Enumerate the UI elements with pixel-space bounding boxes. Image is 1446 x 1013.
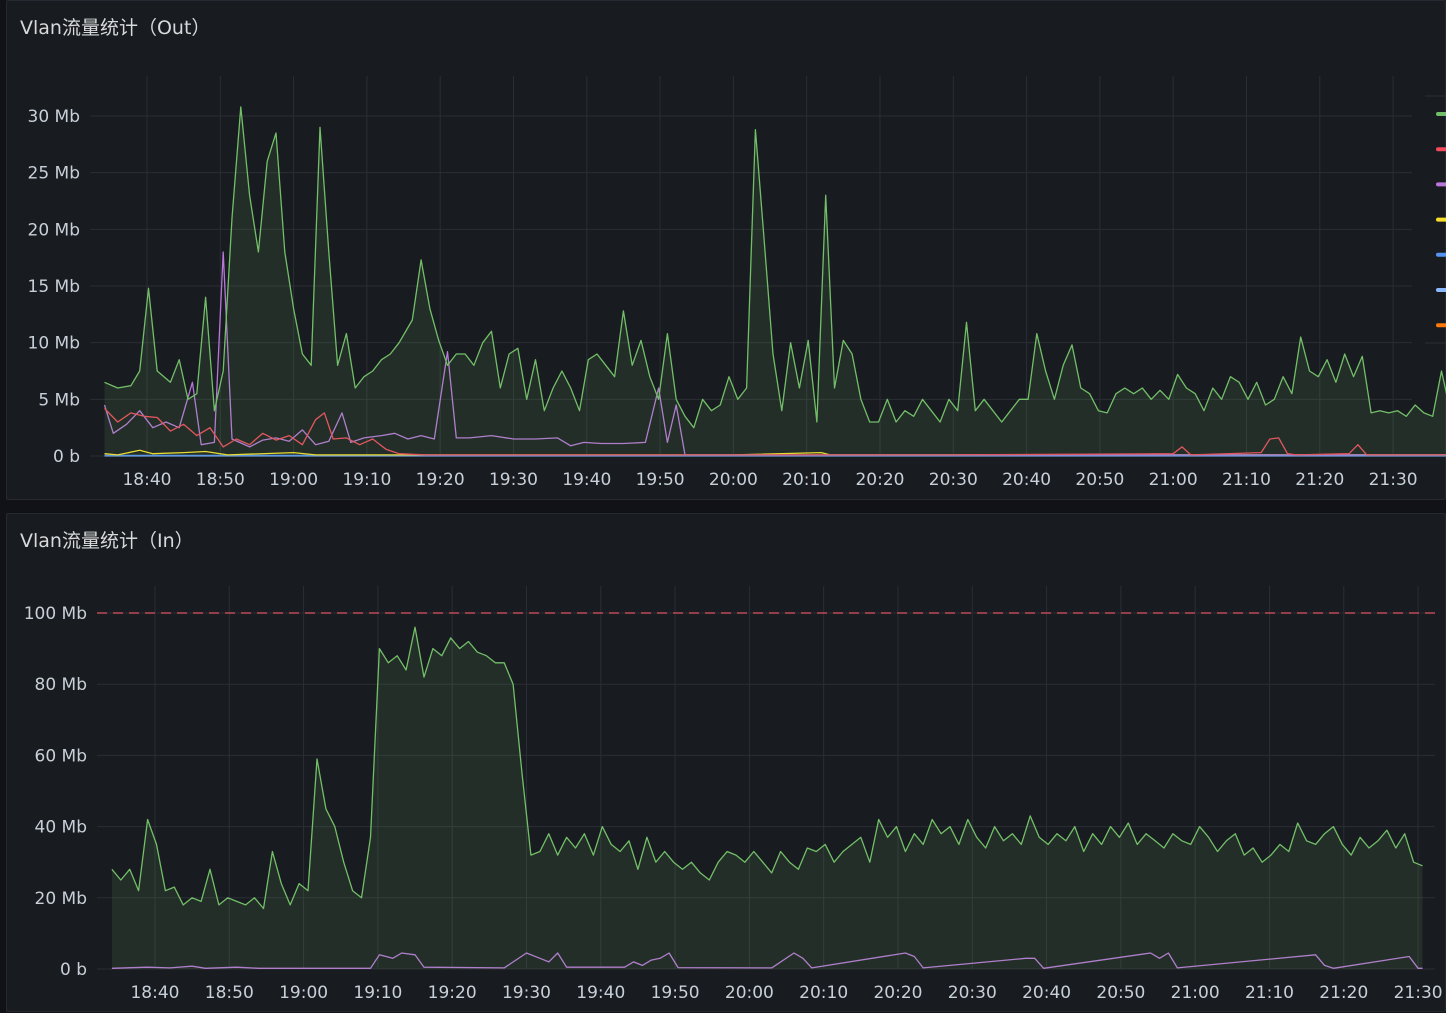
x-tick-label: 18:50 [205,983,254,1003]
y-tick-label: 0 b [53,447,80,467]
x-tick-label: 20:40 [1022,983,1071,1003]
panel-vlan-in: Vlan流量统计（In） 0 b20 Mb40 Mb60 Mb80 Mb100 … [6,513,1446,1012]
y-tick-label: 30 Mb [28,107,81,127]
x-tick-label: 20:10 [782,470,831,490]
x-tick-label: 20:20 [855,470,904,490]
chart-vlan-out: 0 b 5 Mb 10 Mb 15 Mb 20 Mb 25 Mb 30 Mb 18:40 18:… [7,1,1446,501]
x-tick-label: 19:00 [269,470,318,490]
y-tick-label: 40 Mb [35,818,88,838]
x-tick-label: 19:50 [651,983,700,1003]
x-tick-label: 18:50 [196,470,245,490]
x-tick-label: 19:50 [636,470,685,490]
x-tick-label: 20:00 [709,470,758,490]
legend-swatch[interactable] [1436,112,1446,116]
x-tick-label: 21:20 [1295,470,1344,490]
legend-swatch[interactable] [1436,288,1446,292]
x-tick-label: 21:00 [1171,983,1220,1003]
x-tick-label: 19:40 [562,470,611,490]
legend-swatch[interactable] [1436,147,1446,151]
y-tick-label: 25 Mb [28,164,81,184]
y-tick-label: 0 b [60,960,87,980]
chart-vlan-in: 0 b 20 Mb 40 Mb 60 Mb 80 Mb 100 Mb 18:40 18:50 1… [7,514,1446,1013]
y-tick-label: 20 Mb [35,889,88,909]
x-tick-label: 19:00 [279,983,328,1003]
x-tick-label: 20:00 [725,983,774,1003]
x-tick-label: 18:40 [130,983,179,1003]
y-tick-label: 5 Mb [38,390,80,410]
series-area [112,627,1423,969]
x-tick-label: 18:40 [122,470,171,490]
x-tick-label: 20:50 [1075,470,1124,490]
legend-swatch[interactable] [1436,253,1446,257]
x-tick-label: 21:10 [1245,983,1294,1003]
x-tick-label: 20:40 [1002,470,1051,490]
x-tick-label: 19:10 [342,470,391,490]
legend-swatch[interactable] [1436,218,1446,222]
series-area [105,107,1446,456]
y-tick-label: 15 Mb [28,277,81,297]
x-tick-label: 19:40 [576,983,625,1003]
x-tick-label: 20:50 [1096,983,1145,1003]
y-tick-label: 60 Mb [35,746,88,766]
y-tick-label: 20 Mb [28,220,81,240]
x-tick-label: 21:00 [1149,470,1198,490]
y-tick-label: 80 Mb [35,675,88,695]
x-tick-label: 19:10 [353,983,402,1003]
x-tick-label: 20:30 [948,983,997,1003]
x-tick-label: 21:30 [1394,983,1443,1003]
x-tick-label: 19:20 [416,470,465,490]
legend-swatch[interactable] [1436,182,1446,186]
x-tick-label: 20:20 [873,983,922,1003]
x-tick-label: 20:30 [929,470,978,490]
x-tick-label: 21:30 [1369,470,1418,490]
y-tick-label: 100 Mb [24,604,87,624]
x-tick-label: 19:30 [502,983,551,1003]
y-tick-label: 10 Mb [28,334,81,354]
x-tick-label: 19:30 [489,470,538,490]
x-tick-label: 20:10 [799,983,848,1003]
x-tick-label: 19:20 [428,983,477,1003]
panel-vlan-out: Vlan流量统计（Out） 0 b5 Mb10 Mb15 Mb20 Mb25 M… [6,0,1446,500]
legend-swatch[interactable] [1436,323,1446,327]
x-tick-label: 21:10 [1222,470,1271,490]
x-tick-label: 21:20 [1319,983,1368,1003]
